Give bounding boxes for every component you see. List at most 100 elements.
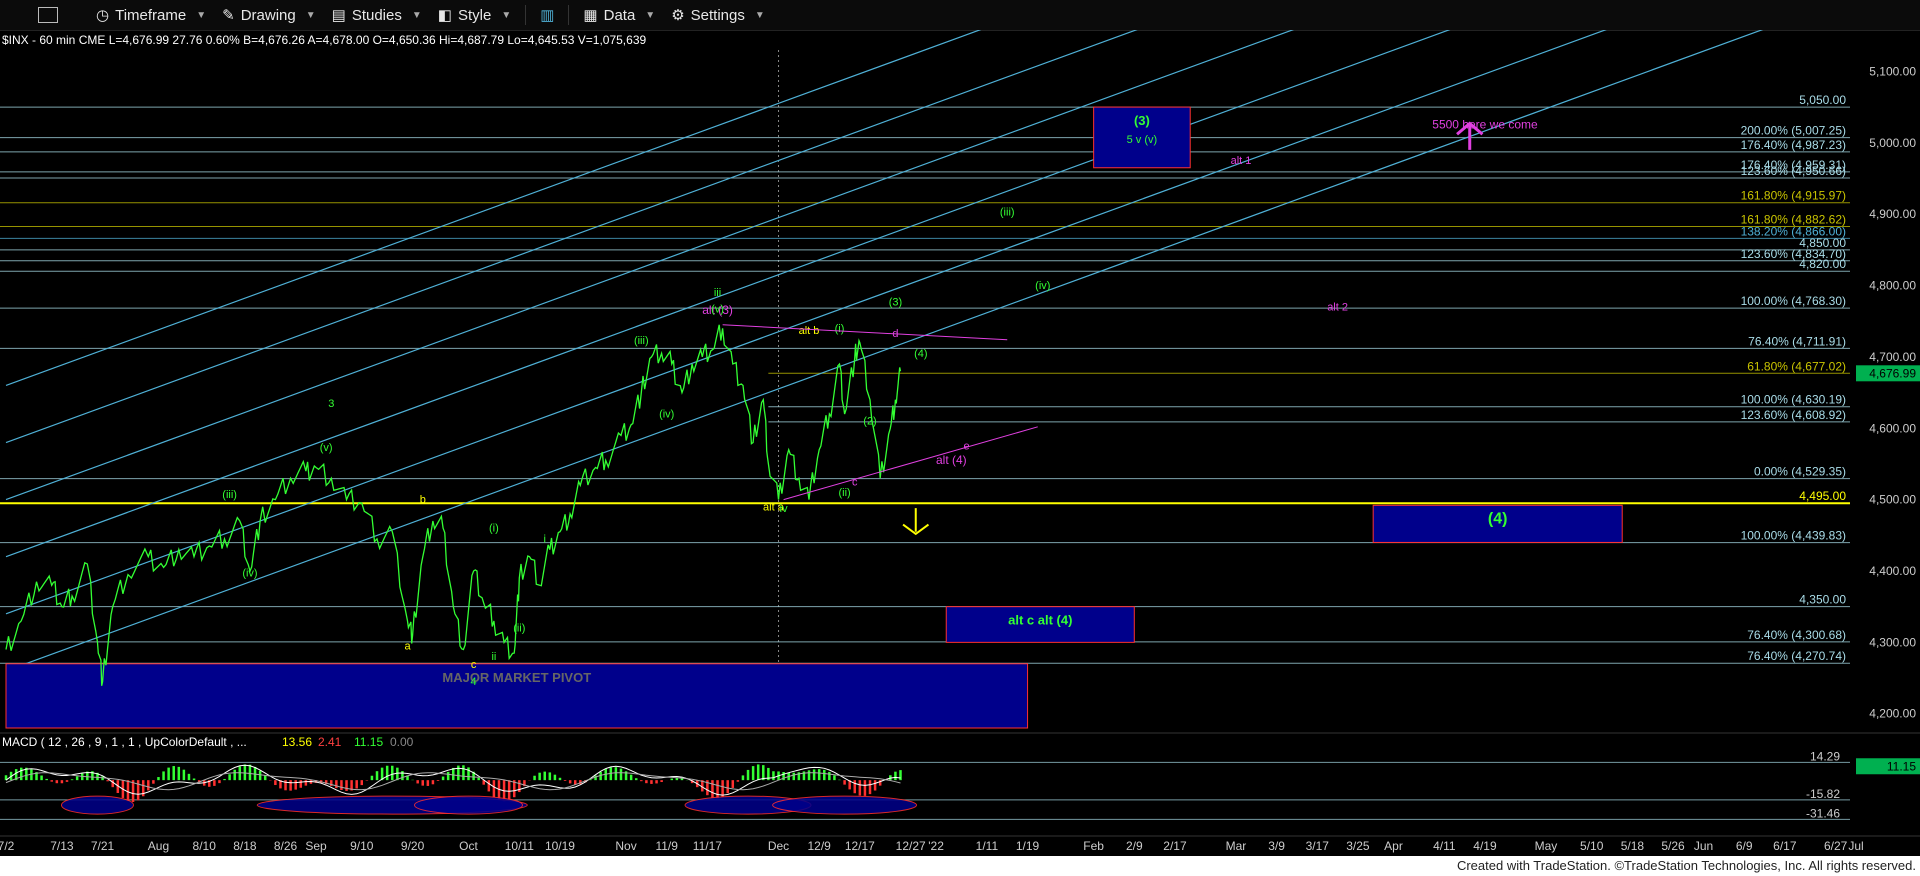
price-tick-label: 4,400.00 xyxy=(1869,564,1916,578)
target-box-label: (4) xyxy=(1488,510,1508,527)
price-chart[interactable]: $INX - 60 min CME L=4,676.99 27.76 0.60%… xyxy=(0,30,1920,856)
price-tick-label: 4,800.00 xyxy=(1869,279,1916,293)
time-tick-label: Dec xyxy=(768,839,789,853)
divider xyxy=(525,5,527,25)
level-label: 4,820.00 xyxy=(1799,257,1846,271)
level-label: 76.40% (4,300.68) xyxy=(1747,628,1846,642)
time-tick-label: 7/13 xyxy=(50,839,74,853)
macd-tick-label: -15.82 xyxy=(1806,787,1840,801)
price-tick-label: 4,300.00 xyxy=(1869,635,1916,649)
level-label: 176.40% (4,987.23) xyxy=(1741,138,1846,152)
time-tick-label: 10/19 xyxy=(545,839,575,853)
layout-icon: ▥ xyxy=(540,7,555,24)
divergence-ellipse xyxy=(772,795,918,815)
wave-label: (4) xyxy=(914,348,927,360)
time-tick-label: 11/17 xyxy=(693,839,722,853)
macd-panel: MACD ( 12 , 26 , 9 , 1 , 1 , UpColorDefa… xyxy=(0,732,1920,820)
drawing-button[interactable]: ✎ Drawing ▼ xyxy=(214,0,324,30)
level-label: 123.60% (4,608.92) xyxy=(1741,408,1846,422)
wave-label: ii xyxy=(491,651,496,663)
time-tick-label: 5/26 xyxy=(1661,839,1685,853)
timeframe-label: Timeframe xyxy=(115,6,187,24)
price-tick-label: 4,600.00 xyxy=(1869,421,1916,435)
macd-value: 2.41 xyxy=(318,735,342,749)
time-tick-label: 10/11 xyxy=(505,839,534,853)
wave-label: b xyxy=(420,494,426,506)
layout-button[interactable]: ▥ xyxy=(532,0,562,30)
divider xyxy=(568,5,570,25)
target-box-label: MAJOR MARKET PIVOT xyxy=(442,670,591,685)
time-tick-label: 1/19 xyxy=(1016,839,1040,853)
last-price-label: 4,676.99 xyxy=(1869,366,1916,380)
level-label: 161.80% (4,915.97) xyxy=(1741,189,1846,203)
wave-label: i xyxy=(544,533,546,545)
wave-label: (iv) xyxy=(659,409,674,421)
target-box-label: (3) xyxy=(1134,113,1150,128)
chevron-down-icon: ▼ xyxy=(645,9,656,21)
time-tick-label: Nov xyxy=(615,839,636,853)
data-button[interactable]: ▦ Data ▼ xyxy=(575,0,663,30)
chevron-down-icon: ▼ xyxy=(501,9,512,21)
time-axis: 7/2 7/13 7/21 Aug 8/10 8/18 8/26 Sep 9/10 9/20 Oct… xyxy=(0,835,1920,853)
drawing-label: Drawing xyxy=(240,6,296,24)
time-tick-label: 1/11 xyxy=(976,839,999,853)
wave-label: iii xyxy=(714,287,721,299)
clock-icon: ◷ xyxy=(96,7,110,24)
studies-button[interactable]: ▤ Studies ▼ xyxy=(324,0,430,30)
settings-label: Settings xyxy=(690,6,745,24)
quote-line: $INX - 60 min CME L=4,676.99 27.76 0.60%… xyxy=(2,33,646,47)
data-icon: ▦ xyxy=(583,7,598,24)
time-tick-label: '22 xyxy=(928,839,944,853)
wave-label: (v) xyxy=(711,304,724,316)
macd-tick-label: 14.29 xyxy=(1810,749,1840,763)
level-label: 0.00% (4,529.35) xyxy=(1754,465,1846,479)
symbol-list-icon[interactable] xyxy=(38,7,58,23)
time-tick-label: 7/2 xyxy=(0,839,15,853)
wave-label: (3) xyxy=(889,296,902,308)
wave-label: (v) xyxy=(320,442,333,454)
macd-current-label: 11.15 xyxy=(1887,759,1916,773)
time-tick-label: 6/27 xyxy=(1824,839,1848,853)
level-label: 100.00% (4,630.19) xyxy=(1741,393,1846,407)
wave-label: alt 2 xyxy=(1327,301,1348,313)
channel-line xyxy=(5,30,1138,444)
settings-button[interactable]: ⚙ Settings ▼ xyxy=(663,0,773,30)
time-tick-label: Jul xyxy=(1848,839,1863,853)
time-tick-label: 3/17 xyxy=(1306,839,1330,853)
time-tick-label: 9/20 xyxy=(401,839,425,853)
price-axis: 5,100.00 5,000.00 4,900.00 4,800.00 4,700.00… xyxy=(1856,64,1920,721)
price-tick-label: 4,200.00 xyxy=(1869,707,1916,721)
level-label: 4,350.00 xyxy=(1799,593,1846,607)
wave-label: (ii) xyxy=(838,487,850,499)
pencil-icon: ✎ xyxy=(222,7,235,24)
time-tick-label: 8/10 xyxy=(193,839,217,853)
target-box-label: alt c alt (4) xyxy=(1008,613,1072,628)
wave-label: 5500 here we come xyxy=(1432,118,1538,132)
target-boxes: (3) 5 v (v) (4) alt c alt (4) MAJOR MARKET P… xyxy=(5,106,1623,729)
time-tick-label: 8/18 xyxy=(233,839,257,853)
wave-label: (2) xyxy=(863,416,876,428)
time-tick-label: 3/25 xyxy=(1346,839,1370,853)
style-button[interactable]: ◧ Style ▼ xyxy=(430,0,519,30)
chevron-down-icon: ▼ xyxy=(196,9,207,21)
toolbar: ◷ Timeframe ▼ ✎ Drawing ▼ ▤ Studies ▼ ◧ … xyxy=(0,0,1920,31)
wave-label: (iii) xyxy=(222,489,237,501)
style-label: Style xyxy=(457,6,492,24)
channel-line xyxy=(5,30,982,386)
price-tick-label: 4,700.00 xyxy=(1869,350,1916,364)
time-tick-label: Apr xyxy=(1384,839,1403,853)
channel-line xyxy=(5,30,1764,672)
time-tick-label: Oct xyxy=(459,839,478,853)
timeframe-button[interactable]: ◷ Timeframe ▼ xyxy=(88,0,214,30)
macd-signal-line xyxy=(5,772,901,791)
divergence-ellipse xyxy=(60,795,134,815)
wave-label: 4 xyxy=(471,676,477,688)
price-tick-label: 4,500.00 xyxy=(1869,493,1916,507)
wave-label: a xyxy=(404,640,411,652)
level-label: 76.40% (4,270.74) xyxy=(1747,649,1846,663)
studies-icon: ▤ xyxy=(331,7,346,24)
wave-label: alt b xyxy=(799,325,820,337)
time-tick-label: 2/9 xyxy=(1126,839,1143,853)
chevron-down-icon: ▼ xyxy=(754,9,765,21)
level-label: 100.00% (4,439.83) xyxy=(1741,529,1846,543)
